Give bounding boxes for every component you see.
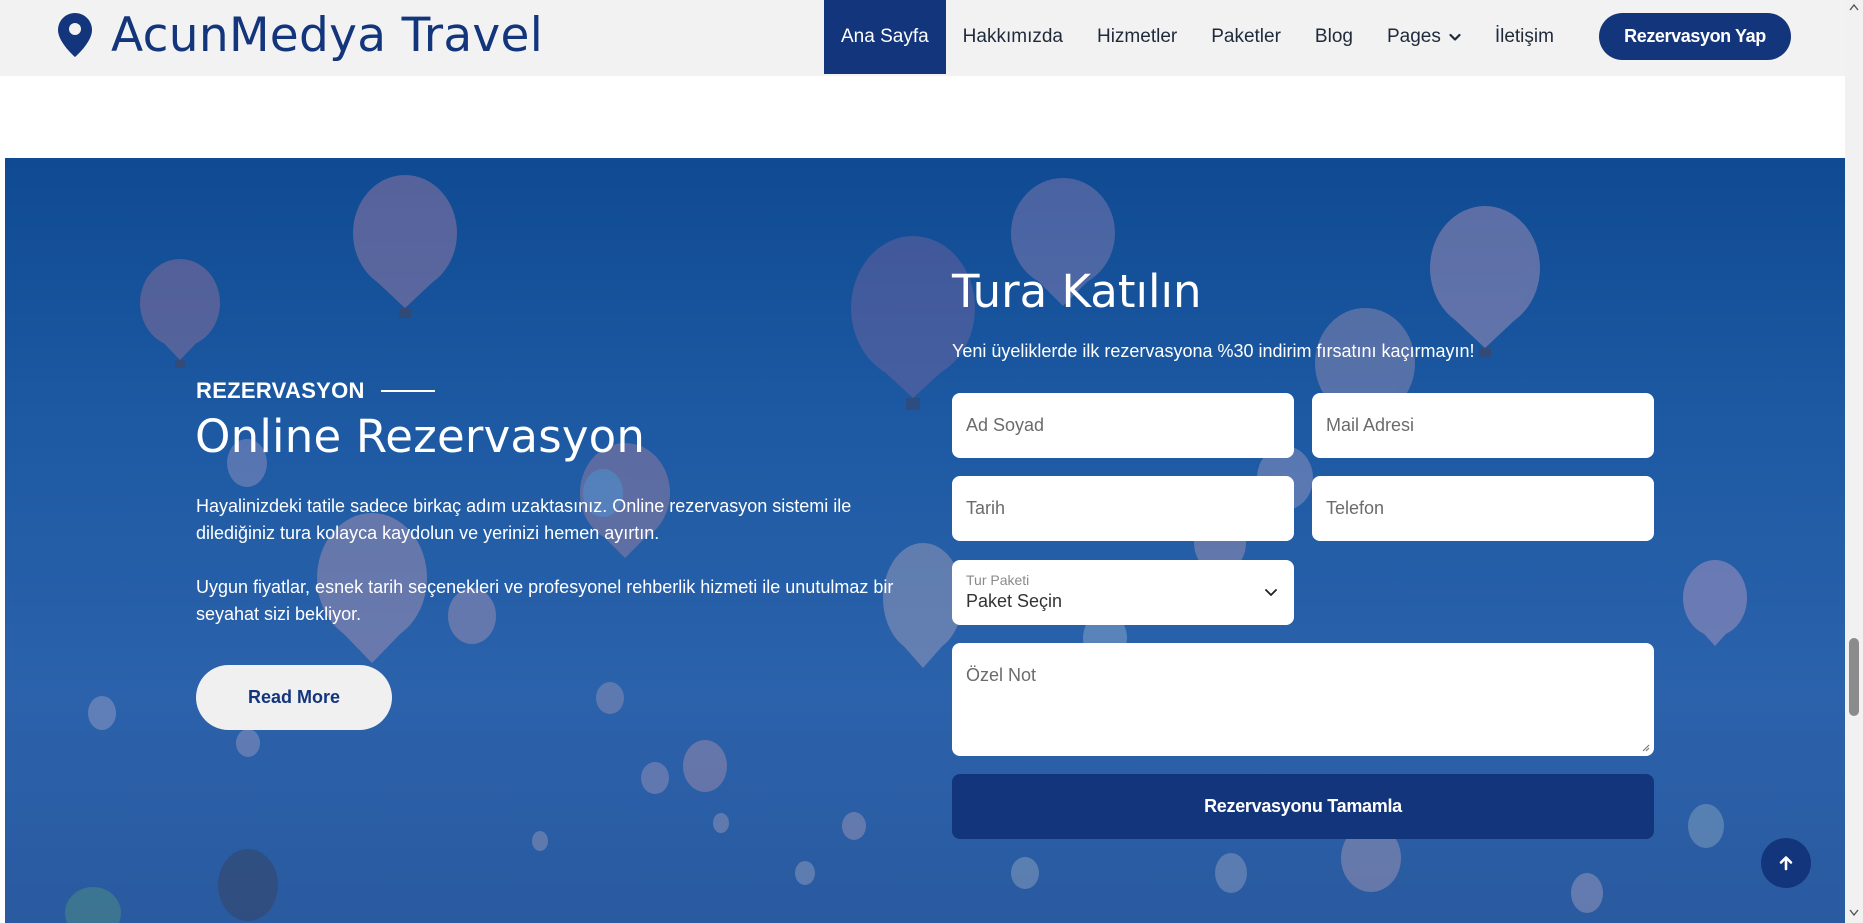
nav-item-label: Ana Sayfa [841,26,929,47]
balloon [795,861,815,885]
section-title: Online Rezervasyon [195,410,646,463]
eyebrow-divider [380,390,435,392]
balloon [65,887,121,923]
nav-item-contact[interactable]: İletişim [1478,0,1571,74]
balloon [140,259,220,368]
balloon [713,813,729,833]
field-placeholder: Ad Soyad [966,415,1045,435]
field-placeholder: Telefon [1326,498,1385,518]
submit-reservation-button[interactable]: Rezervasyonu Tamamla [952,774,1654,839]
brand-logo[interactable]: AcunMedya Travel [57,7,544,63]
scroll-down-arrow-icon[interactable] [1849,909,1859,917]
nav-item-label: İletişim [1494,26,1554,47]
nav-item-pages[interactable]: Pages [1370,0,1478,74]
package-select-label: Tur Paketi [966,572,1030,588]
nav-item-label: Blog [1314,26,1353,47]
nav-item-label: Hizmetler [1096,26,1178,47]
phone-field[interactable]: Telefon [1312,476,1654,541]
nav-item-label: Pages [1386,26,1441,47]
field-placeholder: Özel Not [966,665,1037,685]
balloon [532,831,548,851]
scrollbar-thumb[interactable] [1849,638,1859,716]
scroll-up-arrow-icon[interactable] [1849,3,1859,11]
form-title: Tura Katılın [952,265,1202,318]
balloon [1215,853,1247,893]
section-paragraph: Uygun fiyatlar, esnek tarih seçenekleri … [196,577,894,624]
email-field[interactable]: Mail Adresi [1312,393,1654,458]
balloon [683,740,727,792]
brand-name: AcunMedya Travel [111,7,544,63]
name-field[interactable]: Ad Soyad [952,393,1294,458]
page-scrollbar[interactable] [1845,0,1863,923]
field-placeholder: Mail Adresi [1326,415,1415,435]
balloon [1011,857,1039,889]
eyebrow-text: REZERVASYON [196,378,365,403]
section-paragraph: Hayalinizdeki tatile sadece birkaç adım … [196,496,852,543]
balloon [1688,804,1724,848]
nav-item-label: Hakkımızda [962,26,1063,47]
nav-item-blog[interactable]: Blog [1298,0,1370,74]
nav-item-about[interactable]: Hakkımızda [946,0,1080,74]
balloon [641,762,669,794]
map-pin-icon [58,13,92,57]
main-nav: Ana Sayfa Hakkımızda Hizmetler Paketler … [824,0,1571,74]
reservation-cta-button[interactable]: Rezervasyon Yap [1599,13,1791,60]
balloon [596,682,624,714]
nav-item-label: Paketler [1211,26,1281,47]
section-eyebrow: REZERVASYON [196,378,435,404]
balloon [353,175,457,318]
balloon [1430,206,1540,358]
form-subtitle: Yeni üyeliklerde ilk rezervasyona %30 in… [952,341,1475,361]
package-select-value: Paket Seçin [966,591,1063,611]
date-field[interactable]: Tarih [952,476,1294,541]
balloon [88,696,116,730]
resize-grip-icon[interactable] [1640,742,1650,752]
chevron-down-icon [1265,589,1277,596]
nav-item-packages[interactable]: Paketler [1194,0,1298,74]
nav-item-services[interactable]: Hizmetler [1080,0,1194,74]
nav-item-home[interactable]: Ana Sayfa [824,0,946,74]
arrow-up-icon [1779,856,1793,871]
back-to-top-button[interactable] [1761,838,1811,888]
read-more-button[interactable]: Read More [196,665,392,730]
field-placeholder: Tarih [966,498,1006,518]
balloon [1571,873,1603,913]
package-select[interactable]: Tur Paketi Paket Seçin [952,560,1294,625]
note-textarea[interactable]: Özel Not [952,643,1654,756]
balloon [236,729,260,757]
balloon [851,236,975,410]
balloon [218,849,278,921]
balloon [842,812,866,840]
top-navbar: AcunMedya Travel Ana Sayfa Hakkımızda Hi… [0,0,1845,76]
chevron-down-icon [1449,33,1461,41]
balloon [1683,560,1747,646]
